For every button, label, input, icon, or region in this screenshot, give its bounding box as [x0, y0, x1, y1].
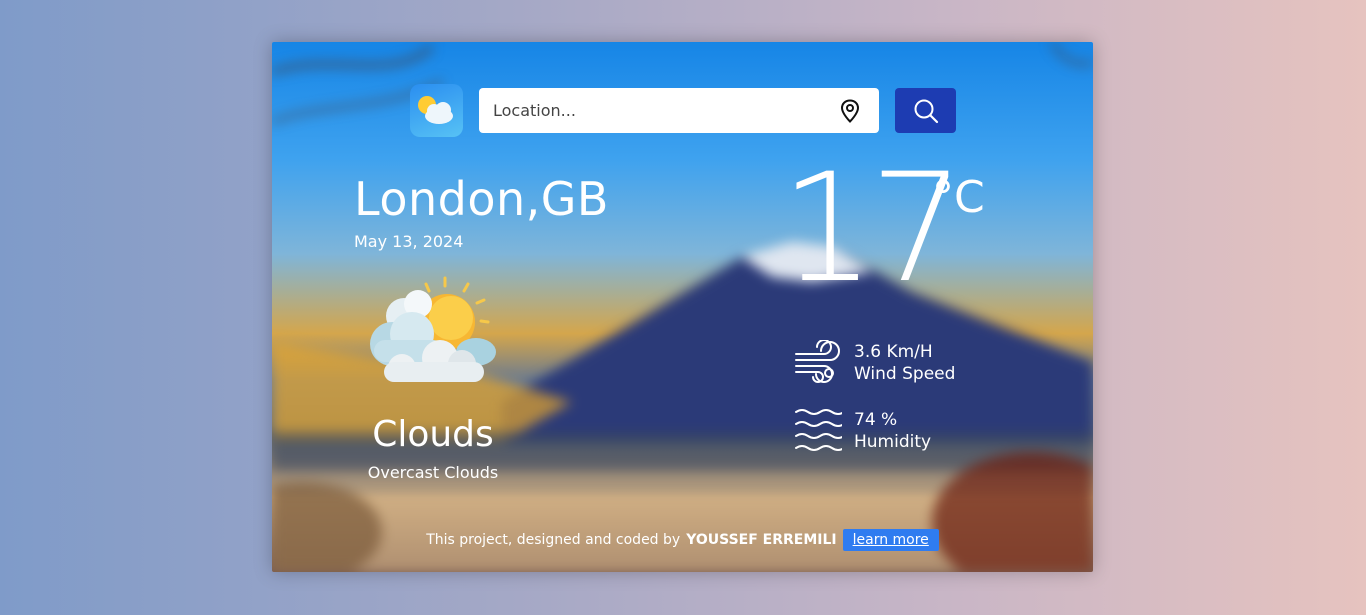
- weather-condition: Clouds: [372, 414, 494, 455]
- location-pin-icon[interactable]: [839, 99, 861, 123]
- weather-card: London,GB May 13, 2024 Clou: [272, 42, 1093, 572]
- partly-cloudy-sun-icon: [370, 276, 496, 382]
- search-button[interactable]: [895, 88, 956, 133]
- city-name: London,GB: [354, 172, 609, 226]
- location-input[interactable]: [479, 88, 819, 133]
- wind-speed-value: 3.6 Km/H: [854, 342, 933, 362]
- search-icon: [914, 99, 938, 123]
- city-label: London,: [354, 172, 541, 226]
- wind-icon: [795, 340, 840, 383]
- current-date: May 13, 2024: [354, 232, 464, 251]
- footer: This project, designed and coded by YOUS…: [272, 529, 1093, 551]
- author-name: YOUSSEF ERREMILI: [686, 532, 837, 548]
- partly-cloudy-logo-icon: [418, 96, 453, 124]
- learn-more-link[interactable]: learn more: [842, 529, 939, 551]
- app-logo: [410, 84, 463, 137]
- humidity-waves-icon: [795, 409, 842, 451]
- footer-text: This project, designed and coded by: [426, 532, 681, 548]
- wind-speed-label: Wind Speed: [854, 364, 956, 384]
- humidity-value: 74 %: [854, 410, 898, 430]
- location-search-field: [479, 88, 879, 133]
- weather-description: Overcast Clouds: [367, 463, 499, 482]
- temperature-unit: °C: [932, 172, 985, 223]
- country-code: GB: [540, 172, 609, 226]
- humidity-label: Humidity: [854, 432, 932, 452]
